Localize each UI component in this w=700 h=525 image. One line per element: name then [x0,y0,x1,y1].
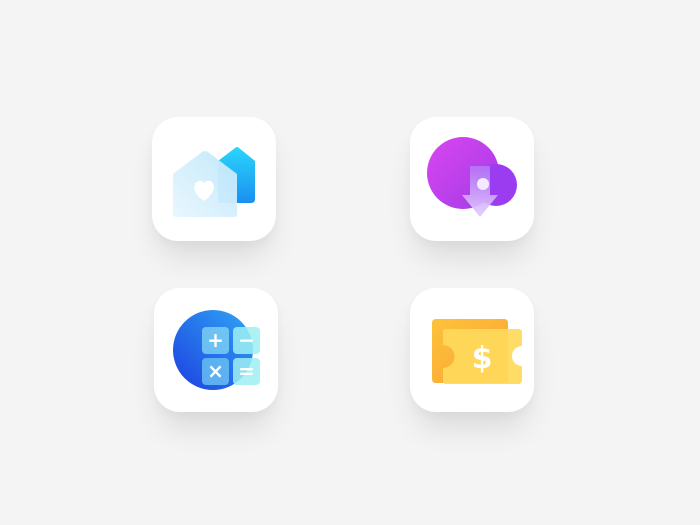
equals-key: = [238,359,255,383]
calculator-icon: + − × = [173,310,260,390]
minus-key: − [238,328,255,352]
calculator-app-icon[interactable]: + − × = [154,288,278,412]
ticket-dollar-icon: $ [432,319,522,384]
home-heart-app-icon[interactable] [152,117,276,241]
multiply-key: × [207,359,224,383]
cloud-download-app-icon[interactable] [410,117,534,241]
ticket-dollar-app-icon[interactable]: $ [410,288,534,412]
home-heart-icon [173,147,255,217]
dollar-symbol: $ [472,341,493,376]
plus-key: + [207,328,224,352]
cloud-download-icon [427,137,517,217]
